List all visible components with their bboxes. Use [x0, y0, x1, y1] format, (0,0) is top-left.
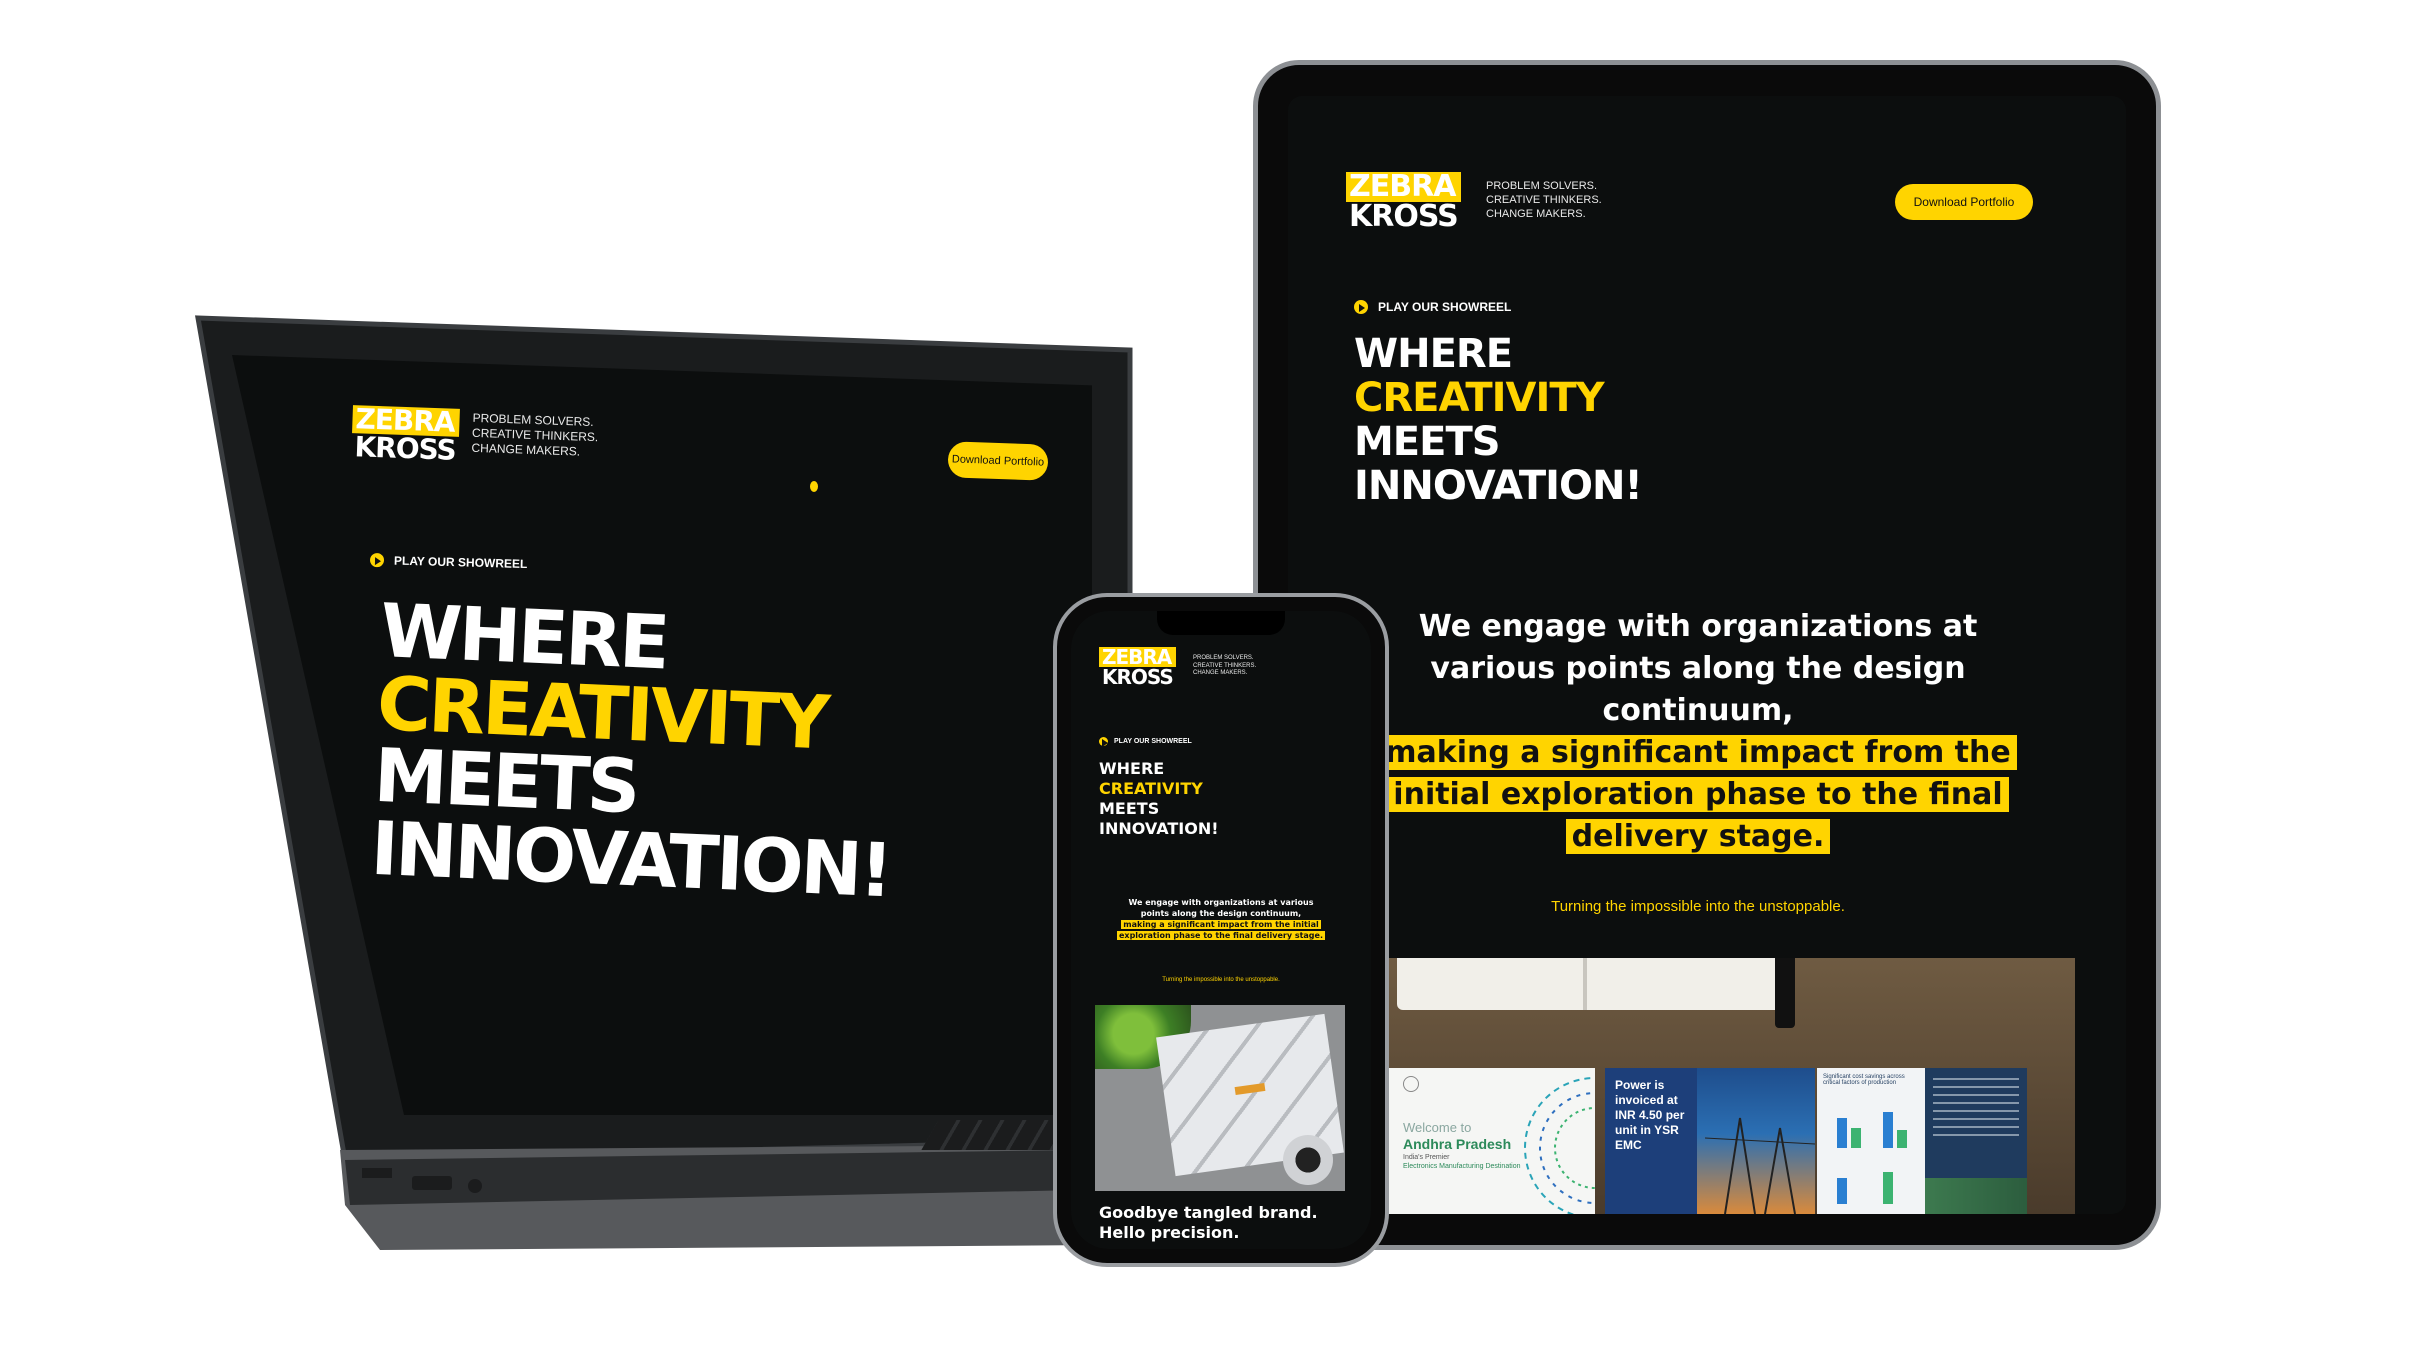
play-icon — [1354, 300, 1368, 314]
showreel-label: PLAY OUR SHOWREEL — [1114, 738, 1192, 745]
hero-line4: INNOVATION! — [1099, 819, 1219, 838]
power-text: Power is invoiced at INR 4.50 per unit i… — [1615, 1078, 1685, 1152]
hero-line4: INNOVATION! — [369, 805, 893, 914]
hero-line4: INNOVATION! — [1354, 463, 1643, 509]
factory-photo — [1925, 1178, 2027, 1214]
welcome-prefix: Welcome to — [1403, 1120, 1472, 1135]
intro-tagline: Turning the impossible into the unstoppa… — [1162, 977, 1280, 983]
mini-bar — [1897, 1130, 1907, 1148]
section-title: Goodbye tangled brand. Hello precision. — [1099, 1203, 1359, 1243]
hero-line2: CREATIVITY — [1354, 375, 1605, 421]
download-portfolio-button[interactable]: Download Portfolio — [1895, 184, 2033, 220]
logo-line2: KROSS — [353, 430, 457, 467]
intro-plain: We engage with organizations at various … — [1128, 898, 1314, 918]
showreel-link[interactable]: PLAY OUR SHOWREEL — [369, 552, 528, 572]
tagline-line2: CREATIVE THINKERS. — [1193, 662, 1257, 669]
phone-notch — [1157, 611, 1285, 635]
section-title-line1: Goodbye tangled brand. — [1099, 1203, 1318, 1222]
intro-statement: We engage with organizations at various … — [1378, 606, 2018, 858]
tagline-line3: CHANGE MAKERS. — [1486, 207, 1586, 220]
logo-line2: KROSS — [1349, 199, 1459, 234]
tagline-line1: PROBLEM SOLVERS. — [1486, 180, 1598, 192]
intro-statement: We engage with organizations at various … — [1115, 897, 1327, 941]
text-lines — [1933, 1078, 2019, 1138]
showreel-label: PLAY OUR SHOWREEL — [393, 553, 528, 572]
showreel-label: PLAY OUR SHOWREEL — [1378, 300, 1512, 314]
notebook-strap — [1775, 958, 1795, 1028]
usb-port — [412, 1176, 452, 1190]
phone-screen: ZEBRA KROSS PROBLEM SOLVERS. CREATIVE TH… — [1071, 611, 1371, 1249]
brand-tagline: PROBLEM SOLVERS. CREATIVE THINKERS. CHAN… — [1193, 655, 1256, 678]
tablet-screen: ZEBRA KROSS PROBLEM SOLVERS. CREATIVE TH… — [1288, 96, 2126, 1214]
logo-line2: KROSS — [1102, 665, 1174, 689]
welcome-card: Welcome to Andhra Pradesh India's Premie… — [1385, 1068, 1595, 1214]
showreel-link[interactable]: PLAY OUR SHOWREEL — [1354, 300, 1511, 314]
intro-tagline: Turning the impossible into the unstoppa… — [1551, 898, 1845, 915]
logo-line1: ZEBRA — [1346, 172, 1461, 202]
portfolio-gallery-image[interactable] — [1095, 1005, 1345, 1191]
pylon-graphic — [1705, 1117, 1815, 1214]
hero-line1: WHERE — [1354, 331, 1513, 377]
hero-heading: WHERE CREATIVITY MEETS INNOVATION! — [369, 588, 901, 914]
showreel-link[interactable]: PLAY OUR SHOWREEL — [1099, 737, 1192, 748]
hero-line1: WHERE — [1099, 759, 1165, 778]
play-icon — [1099, 737, 1109, 748]
intro-plain: We engage with organizations at various … — [1418, 609, 1978, 728]
download-portfolio-button[interactable]: Download Portfolio — [947, 441, 1049, 481]
welcome-place: Andhra Pradesh — [1403, 1136, 1512, 1152]
brand-logo[interactable]: ZEBRA KROSS — [1099, 647, 1176, 687]
cursor-dot — [810, 481, 818, 492]
section-title-line2: Hello precision. — [1099, 1223, 1240, 1242]
brand-tagline: PROBLEM SOLVERS. CREATIVE THINKERS. CHAN… — [1486, 180, 1602, 221]
portfolio-gallery-image[interactable]: Welcome to Andhra Pradesh India's Premie… — [1385, 958, 2075, 1214]
hero-line3: MEETS — [1354, 419, 1501, 465]
hero-line3: MEETS — [1099, 799, 1160, 818]
notebook-spine — [1583, 958, 1587, 1010]
pen-holder — [1283, 1135, 1333, 1185]
logo-line1: ZEBRA — [1099, 647, 1176, 667]
welcome-sub2: Electronics Manufacturing Destination — [1403, 1163, 1521, 1170]
notebook — [1397, 958, 1787, 1010]
savings-chart-panel: Significant cost savings across critical… — [1817, 1068, 1925, 1214]
tagline-line2: CREATIVE THINKERS. — [1486, 193, 1602, 206]
hero-line2: CREATIVITY — [1099, 779, 1203, 798]
brand-logo[interactable]: ZEBRA KROSS — [351, 402, 461, 467]
brand-logo[interactable]: ZEBRA KROSS — [1346, 172, 1461, 232]
tagline-line3: CHANGE MAKERS. — [471, 440, 581, 459]
mini-bar — [1883, 1172, 1893, 1204]
mini-bar — [1837, 1118, 1847, 1148]
play-icon — [369, 552, 385, 568]
hero-heading: WHERE CREATIVITY MEETS INNOVATION! — [1099, 759, 1219, 839]
brand-tagline: PROBLEM SOLVERS. CREATIVE THINKERS. CHAN… — [471, 411, 599, 460]
power-card: Power is invoiced at INR 4.50 per unit i… — [1605, 1068, 1815, 1214]
welcome-sub1: India's Premier — [1403, 1154, 1450, 1161]
intro-highlight: making a significant impact from the ini… — [1116, 920, 1325, 940]
savings-card: Significant cost savings across critical… — [1817, 1068, 2027, 1214]
tagline-line3: CHANGE MAKERS. — [1193, 670, 1248, 676]
mini-bar — [1837, 1178, 1847, 1204]
mini-bar — [1883, 1112, 1893, 1148]
seal-icon — [1403, 1076, 1419, 1092]
savings-title: Significant cost savings across critical… — [1823, 1074, 1905, 1086]
hero-heading: WHERE CREATIVITY MEETS INNOVATION! — [1354, 331, 1643, 509]
mini-bar — [1851, 1128, 1861, 1148]
tagline-line1: PROBLEM SOLVERS. — [1193, 655, 1254, 661]
intro-highlight: making a significant impact from the ini… — [1379, 735, 2017, 854]
